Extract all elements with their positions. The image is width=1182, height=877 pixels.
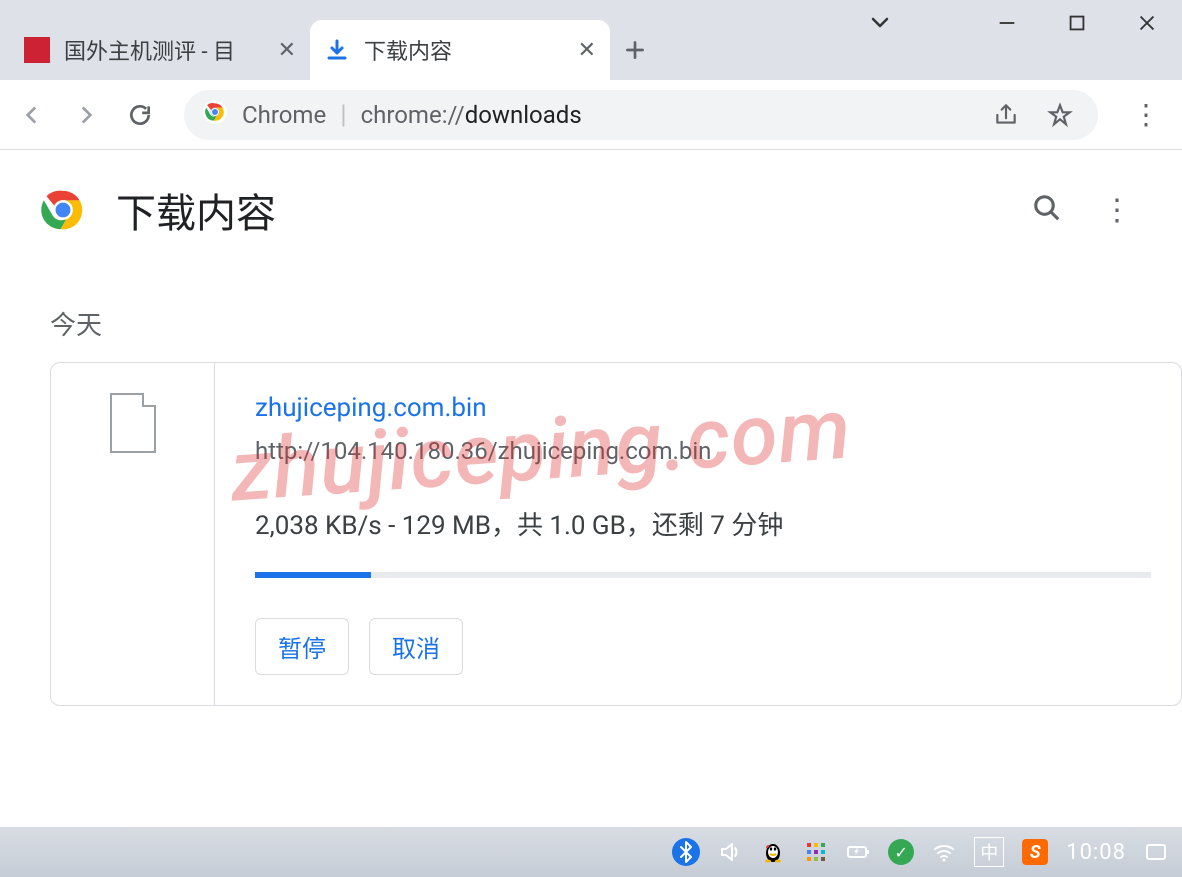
chrome-logo-icon	[202, 99, 228, 131]
download-item: zhujiceping.com.bin http://104.140.180.3…	[50, 362, 1182, 706]
tab-1[interactable]: 国外主机测评 - 目 ✕	[10, 20, 310, 80]
download-filename[interactable]: zhujiceping.com.bin	[255, 393, 1151, 423]
tab-strip: 国外主机测评 - 目 ✕ 下载内容 ✕	[0, 0, 1182, 80]
address-bar[interactable]: Chrome | chrome://downloads	[184, 90, 1098, 140]
minimize-button[interactable]	[972, 0, 1042, 45]
page-menu-button[interactable]: ⋮	[1092, 193, 1142, 228]
pause-button[interactable]: 暂停	[255, 618, 349, 675]
close-window-button[interactable]	[1112, 0, 1182, 45]
toolbar: Chrome | chrome://downloads ⋮	[0, 80, 1182, 150]
new-tab-button[interactable]	[610, 20, 660, 80]
notifications-icon[interactable]	[1144, 840, 1168, 864]
close-tab-icon[interactable]: ✕	[578, 38, 596, 63]
progress-bar	[255, 572, 1151, 578]
progress-bar-fill	[255, 572, 371, 578]
clock[interactable]: 10:08	[1066, 840, 1126, 865]
omnibox-app-label: Chrome	[242, 101, 326, 129]
qq-icon[interactable]	[760, 839, 786, 865]
security-ok-icon[interactable]: ✓	[888, 839, 914, 865]
omnibox-prefix: chrome://	[361, 101, 465, 129]
file-icon	[110, 393, 156, 453]
file-thumbnail	[51, 363, 215, 705]
close-tab-icon[interactable]: ✕	[278, 38, 296, 63]
color-grid-icon[interactable]	[804, 840, 828, 864]
omnibox-separator: |	[340, 100, 346, 130]
bookmark-star-icon[interactable]	[1040, 95, 1080, 135]
section-today-label: 今天	[0, 250, 1182, 362]
sogou-icon[interactable]: S	[1022, 839, 1048, 865]
favicon-icon	[24, 37, 50, 63]
chrome-logo-icon	[40, 187, 86, 233]
omnibox-path: downloads	[465, 101, 582, 129]
ime-indicator[interactable]: 中	[974, 837, 1004, 867]
maximize-button[interactable]	[1042, 0, 1112, 45]
page-content: zhujiceping.com 下载内容 ⋮ 今天 zhujiceping.co…	[0, 150, 1182, 827]
battery-icon[interactable]	[846, 840, 870, 864]
page-header: 下载内容 ⋮	[0, 150, 1182, 250]
window-controls	[972, 0, 1182, 45]
wifi-icon[interactable]	[932, 840, 956, 864]
download-url: http://104.140.180.36/zhujiceping.com.bi…	[255, 437, 1151, 465]
tab-2-active[interactable]: 下载内容 ✕	[310, 20, 610, 80]
bluetooth-icon[interactable]	[672, 838, 700, 866]
page-title: 下载内容	[116, 181, 1002, 239]
download-status: 2,038 KB/s - 129 MB，共 1.0 GB，还剩 7 分钟	[255, 505, 1151, 542]
share-icon[interactable]	[986, 95, 1026, 135]
tab-label: 国外主机测评 - 目	[64, 34, 270, 66]
browser-menu-button[interactable]: ⋮	[1122, 98, 1170, 131]
tab-label: 下载内容	[364, 34, 570, 66]
forward-button[interactable]	[66, 95, 106, 135]
reload-button[interactable]	[120, 95, 160, 135]
download-icon	[324, 37, 350, 63]
volume-icon[interactable]	[718, 840, 742, 864]
cancel-button[interactable]: 取消	[369, 618, 463, 675]
tab-search-button[interactable]	[868, 10, 892, 40]
search-icon[interactable]	[1032, 193, 1062, 227]
back-button[interactable]	[12, 95, 52, 135]
taskbar: ✓ 中 S 10:08	[0, 827, 1182, 877]
